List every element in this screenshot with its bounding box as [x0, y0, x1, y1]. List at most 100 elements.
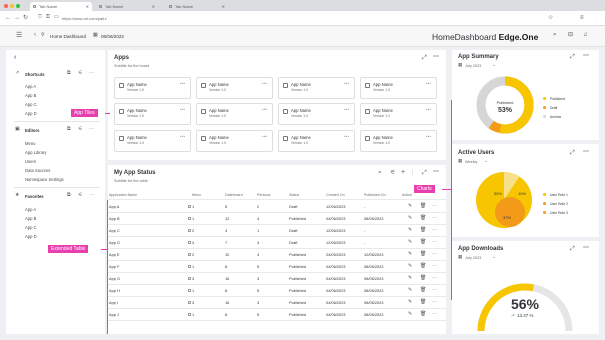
- sidebar-item-app-d[interactable]: App D: [25, 111, 37, 116]
- calendar-icon[interactable]: ▦: [93, 33, 98, 38]
- more-icon[interactable]: ⋯: [432, 311, 437, 317]
- sidebar-item-users[interactable]: Users: [25, 159, 36, 164]
- more-icon[interactable]: ⋯: [432, 227, 437, 233]
- more-icon[interactable]: ⋯: [432, 203, 437, 209]
- row-checkbox[interactable]: [188, 300, 191, 304]
- more-icon[interactable]: ⋯: [433, 54, 439, 60]
- more-icon[interactable]: ⋯: [583, 53, 589, 59]
- copy-icon[interactable]: ⧉: [67, 127, 71, 132]
- delete-icon[interactable]: 🗑: [420, 299, 426, 305]
- column-header[interactable]: Persona: [257, 193, 270, 197]
- app-tile[interactable]: App Name Version 1.0 ⋯: [278, 103, 355, 125]
- delete-icon[interactable]: 🗑: [420, 215, 426, 221]
- more-icon[interactable]: ⋯: [432, 251, 437, 257]
- column-header[interactable]: Action: [402, 193, 412, 197]
- delete-icon[interactable]: 🗑: [420, 275, 426, 281]
- app-tile[interactable]: App Name Version 1.0 ⋯: [114, 77, 191, 99]
- edit-icon[interactable]: ✎: [408, 251, 412, 257]
- edit-icon[interactable]: ✎: [408, 275, 412, 281]
- bell-icon[interactable]: ♫: [583, 32, 588, 38]
- bookmark-star-icon[interactable]: ☆: [548, 15, 553, 21]
- add-icon[interactable]: +: [401, 169, 405, 176]
- app-tile[interactable]: App Name Version 1.0 ⋯: [196, 103, 273, 125]
- sidebar-item-fav-app-c[interactable]: App C: [25, 225, 37, 230]
- more-icon[interactable]: ⋯: [262, 107, 267, 113]
- more-icon[interactable]: ⋯: [262, 134, 267, 140]
- sidebar-item-fav-app-b[interactable]: App B: [25, 216, 36, 221]
- more-icon[interactable]: ⋯: [432, 215, 437, 221]
- breadcrumb[interactable]: Home Dashboard: [50, 34, 86, 39]
- edit-icon[interactable]: ✎: [408, 263, 412, 269]
- row-checkbox[interactable]: [188, 264, 191, 268]
- row-checkbox[interactable]: [188, 312, 191, 316]
- edit-icon[interactable]: ✎: [408, 203, 412, 209]
- more-icon[interactable]: ⋯: [583, 245, 589, 251]
- minimize-window-icon[interactable]: [10, 4, 14, 8]
- row-checkbox[interactable]: [188, 204, 191, 208]
- more-icon[interactable]: ⋯: [432, 263, 437, 269]
- more-icon[interactable]: ⋯: [583, 149, 589, 155]
- summary-period[interactable]: July 2023: [465, 64, 481, 68]
- more-icon[interactable]: ⋯: [180, 81, 185, 87]
- permissions-icon[interactable]: ⚿: [46, 15, 50, 20]
- browser-tab-3[interactable]: Tab Name ✕: [166, 2, 228, 11]
- close-window-icon[interactable]: [4, 4, 8, 8]
- fullscreen-icon[interactable]: ⤢: [570, 54, 575, 60]
- reload-icon[interactable]: ↻: [23, 15, 28, 21]
- more-icon[interactable]: ⋯: [344, 134, 349, 140]
- search-icon[interactable]: ⌕: [378, 169, 382, 177]
- back-arrow-icon[interactable]: ←: [5, 15, 11, 21]
- delete-icon[interactable]: 🗑: [420, 239, 426, 245]
- delete-icon[interactable]: 🗑: [420, 203, 426, 209]
- sidebar-item-fav-app-d[interactable]: App D: [25, 234, 37, 239]
- sidebar-item-app-library[interactable]: App Library: [25, 150, 46, 155]
- sidebar-item-app-b[interactable]: App B: [25, 93, 36, 98]
- browser-tab-1[interactable]: Tab Name ✕: [30, 2, 92, 11]
- edit-icon[interactable]: ✎: [408, 215, 412, 221]
- app-tile[interactable]: App Name Version 1.0 ⋯: [196, 77, 273, 99]
- app-tile[interactable]: App Name Version 1.0 ⋯: [196, 130, 273, 152]
- inbox-icon[interactable]: ⊟: [568, 32, 573, 38]
- row-checkbox[interactable]: [188, 276, 191, 280]
- more-icon[interactable]: ⋯: [432, 239, 437, 245]
- column-header[interactable]: Published On: [364, 193, 386, 197]
- app-tile[interactable]: App Name Version 1.0 ⋯: [114, 103, 191, 125]
- delete-icon[interactable]: 🗑: [420, 251, 426, 257]
- more-icon[interactable]: ⋯: [433, 169, 439, 175]
- filter-icon[interactable]: ⚟: [390, 170, 395, 176]
- row-checkbox[interactable]: [188, 252, 191, 256]
- app-tile[interactable]: App Name Version 1.0 ⋯: [360, 103, 437, 125]
- address-bar[interactable]: https://www.url.com/path/: [62, 13, 562, 24]
- app-tile[interactable]: App Name Version 1.0 ⋯: [278, 130, 355, 152]
- edit-icon[interactable]: ✎: [408, 227, 412, 233]
- delete-icon[interactable]: 🗑: [420, 287, 426, 293]
- filter-icon[interactable]: ⚟: [78, 193, 82, 198]
- chevron-left-icon[interactable]: ‹: [34, 32, 36, 38]
- app-tile[interactable]: App Name Version 1.0 ⋯: [114, 130, 191, 152]
- sidebar-item-app-c[interactable]: App C: [25, 102, 37, 107]
- collapse-sidebar-icon[interactable]: ‹: [14, 54, 16, 61]
- chevron-down-icon[interactable]: ⌄: [492, 62, 496, 68]
- sidebar-item-data-sources[interactable]: Data Sources: [25, 168, 50, 173]
- close-tab-icon[interactable]: ✕: [152, 2, 155, 11]
- browser-tab-2[interactable]: Tab Name ✕: [96, 2, 158, 11]
- forward-arrow-icon[interactable]: →: [14, 15, 20, 21]
- more-icon[interactable]: ⋯: [426, 107, 431, 113]
- sidebar-section-editors[interactable]: Editors: [25, 128, 39, 133]
- more-icon[interactable]: ⋯: [89, 193, 94, 198]
- more-icon[interactable]: ⋯: [89, 71, 94, 76]
- sidebar-item-app-a[interactable]: App A: [25, 84, 36, 89]
- app-tile[interactable]: App Name Version 1.0 ⋯: [278, 77, 355, 99]
- active-period[interactable]: Weekly: [465, 160, 477, 164]
- maximize-window-icon[interactable]: [16, 4, 20, 8]
- fullscreen-icon[interactable]: ⤢: [570, 246, 575, 252]
- sidebar-item-fav-app-a[interactable]: App A: [25, 207, 36, 212]
- fullscreen-icon[interactable]: ⤢: [422, 55, 427, 61]
- filter-icon[interactable]: ⚟: [78, 127, 82, 132]
- row-checkbox[interactable]: [188, 240, 191, 244]
- fullscreen-icon[interactable]: ⤢: [570, 150, 575, 156]
- more-icon[interactable]: ⋯: [432, 299, 437, 305]
- delete-icon[interactable]: 🗑: [420, 311, 426, 317]
- row-checkbox[interactable]: [188, 288, 191, 292]
- more-icon[interactable]: ⋯: [344, 107, 349, 113]
